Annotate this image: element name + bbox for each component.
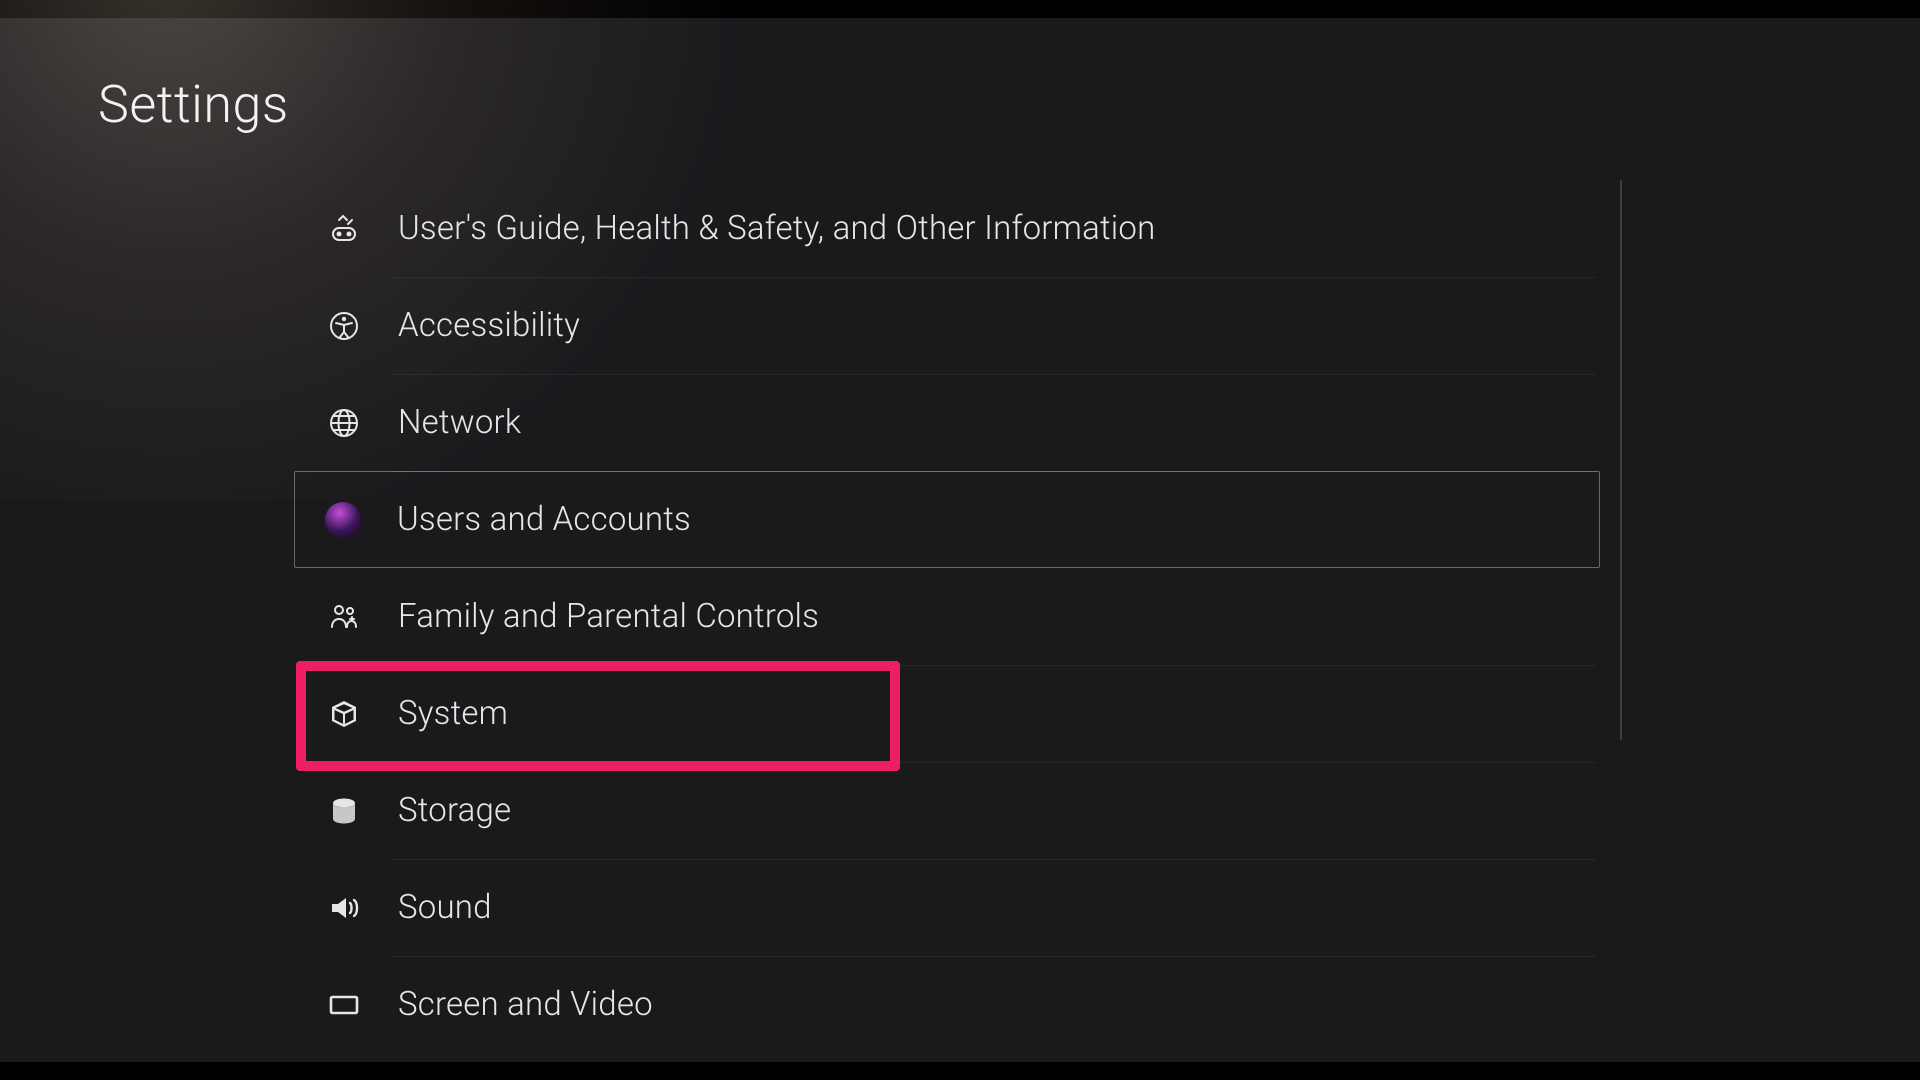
gamepad-info-icon bbox=[326, 211, 362, 247]
menu-item-label: Family and Parental Controls bbox=[398, 597, 819, 636]
scroll-indicator bbox=[1620, 180, 1622, 740]
menu-item-label: System bbox=[398, 694, 508, 733]
menu-item-label: Accessibility bbox=[398, 306, 580, 345]
screen-icon bbox=[326, 987, 362, 1023]
divider bbox=[392, 859, 1596, 860]
menu-item-storage[interactable]: Storage bbox=[296, 762, 1602, 859]
menu-item-accessibility[interactable]: Accessibility bbox=[296, 277, 1602, 374]
speaker-icon bbox=[326, 890, 362, 926]
divider bbox=[392, 471, 1596, 472]
menu-item-screen[interactable]: Screen and Video bbox=[296, 956, 1602, 1053]
menu-item-label: Storage bbox=[398, 791, 511, 830]
menu-item-sound[interactable]: Sound bbox=[296, 859, 1602, 956]
letterbox-top bbox=[0, 0, 1920, 18]
menu-item-system[interactable]: System bbox=[296, 665, 1602, 762]
family-icon bbox=[326, 599, 362, 635]
menu-item-label: User's Guide, Health & Safety, and Other… bbox=[398, 209, 1155, 248]
menu-item-users[interactable]: Users and Accounts bbox=[294, 471, 1600, 568]
menu-item-guide[interactable]: User's Guide, Health & Safety, and Other… bbox=[296, 180, 1602, 277]
menu-item-label: Screen and Video bbox=[398, 985, 653, 1024]
divider bbox=[392, 665, 1596, 666]
settings-menu: User's Guide, Health & Safety, and Other… bbox=[296, 180, 1602, 1050]
accessibility-icon bbox=[326, 308, 362, 344]
page-title: Settings bbox=[98, 74, 289, 135]
divider bbox=[392, 956, 1596, 957]
letterbox-bottom bbox=[0, 1062, 1920, 1080]
divider bbox=[392, 762, 1596, 763]
menu-item-family[interactable]: Family and Parental Controls bbox=[296, 568, 1602, 665]
menu-item-network[interactable]: Network bbox=[296, 374, 1602, 471]
menu-item-label: Sound bbox=[398, 888, 492, 927]
avatar-icon bbox=[325, 502, 361, 538]
menu-item-label: Users and Accounts bbox=[397, 500, 691, 539]
menu-item-label: Network bbox=[398, 403, 521, 442]
divider bbox=[392, 374, 1596, 375]
divider bbox=[392, 277, 1596, 278]
storage-icon bbox=[326, 793, 362, 829]
cube-icon bbox=[326, 696, 362, 732]
globe-icon bbox=[326, 405, 362, 441]
